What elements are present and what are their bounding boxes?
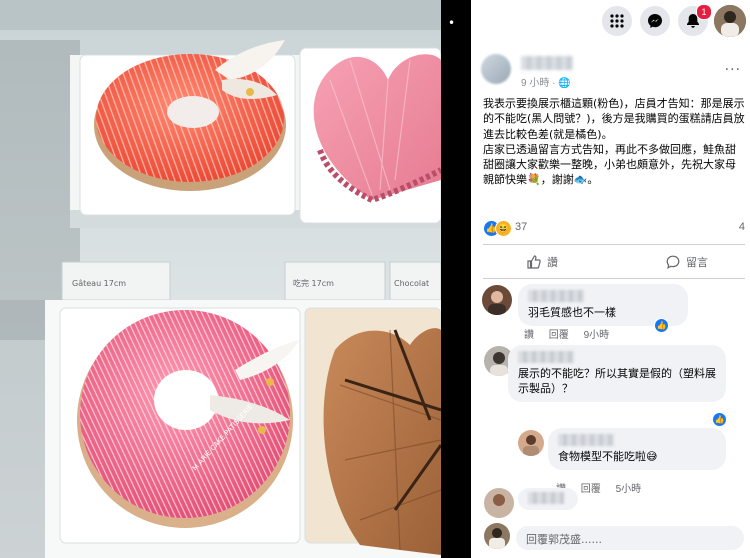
menu-button[interactable] bbox=[602, 6, 632, 36]
notifications-button[interactable]: 1 bbox=[678, 4, 712, 36]
like-label: 讚 bbox=[547, 256, 558, 269]
cake-photo-illustration: Gâteau 17cm 吃完 17cm Chocolat M ARIE CAKE… bbox=[0, 0, 441, 558]
divider bbox=[483, 278, 745, 279]
comment-label: 留言 bbox=[686, 256, 708, 269]
comment-avatar[interactable] bbox=[484, 488, 514, 518]
haha-reaction-icon: 😆 bbox=[495, 220, 512, 237]
my-avatar[interactable] bbox=[484, 523, 510, 549]
globe-icon: 🌐 bbox=[558, 78, 571, 89]
comment-bubble bbox=[518, 488, 578, 510]
post-timestamp[interactable]: 9 小時 · 🌐 bbox=[521, 74, 571, 89]
author-avatar[interactable] bbox=[481, 54, 511, 84]
comment-icon bbox=[666, 255, 680, 269]
post-panel: 1 9 小時 · 🌐 ··· 我表示要換展示櫃這顆(粉色)，店員才告知：那是展示… bbox=[471, 0, 750, 558]
notification-badge: 1 bbox=[696, 4, 712, 20]
price-tag-1: Gâteau 17cm bbox=[72, 279, 126, 288]
avatar-image bbox=[484, 523, 510, 549]
comment-meta: 讚 回覆 9小時 bbox=[524, 326, 621, 341]
avatar-image bbox=[714, 5, 746, 37]
reply-avatar[interactable] bbox=[518, 430, 544, 456]
comment-text: 展示的不能吃？所以其實是假的（塑料展示製品）？ bbox=[518, 367, 716, 395]
reaction-count: 37 bbox=[515, 221, 528, 233]
messenger-button[interactable] bbox=[640, 6, 670, 36]
reaction-summary[interactable]: 👍 😆 37 4 bbox=[483, 220, 745, 237]
comment-like-icon: 👍 bbox=[712, 412, 727, 427]
comment-bubble: 食物模型不能吃啦😅 bbox=[548, 428, 726, 470]
comment-time[interactable]: 9小時 bbox=[584, 330, 610, 341]
reply-input[interactable]: 回覆郭茂盛...... bbox=[516, 526, 744, 550]
price-tag-3: Chocolat bbox=[394, 279, 429, 288]
comment-like-link[interactable]: 讚 bbox=[524, 330, 534, 341]
author-name[interactable] bbox=[521, 56, 573, 70]
divider bbox=[483, 244, 745, 245]
more-options-button[interactable]: ··· bbox=[725, 62, 741, 78]
comment-time[interactable]: 5小時 bbox=[616, 484, 642, 495]
reply-placeholder: 回覆郭茂盛...... bbox=[526, 533, 602, 546]
price-tag-2: 吃完 17cm bbox=[293, 278, 334, 288]
commenter-name[interactable] bbox=[518, 351, 574, 363]
photo-viewer-gap: • bbox=[441, 0, 471, 558]
post-body: 我表示要換展示櫃這顆(粉色)，店員才告知：那是展示的不能吃(黑人問號？)，後方是… bbox=[483, 96, 745, 188]
commenter-name[interactable] bbox=[558, 434, 614, 446]
commenter-name[interactable] bbox=[528, 290, 584, 302]
post-paragraph: 店家已透過留言方式告知，再此不多做回應，鮭魚甜甜圈讓大家歡樂一整晚，小弟也頗意外… bbox=[483, 142, 736, 187]
comment-count-text: 4 bbox=[738, 221, 745, 233]
like-button[interactable]: 讚 bbox=[527, 250, 558, 274]
profile-avatar[interactable] bbox=[714, 5, 746, 37]
comment-reply-link[interactable]: 回覆 bbox=[581, 484, 601, 495]
comment-count[interactable]: 4 bbox=[739, 221, 745, 233]
post-time-text: 9 小時 · bbox=[521, 78, 559, 89]
grid-menu-icon bbox=[610, 14, 624, 28]
comment-button[interactable]: 留言 bbox=[666, 250, 708, 274]
cake-photo[interactable]: Gâteau 17cm 吃完 17cm Chocolat M ARIE CAKE… bbox=[0, 0, 441, 558]
comment-bubble: 展示的不能吃？所以其實是假的（塑料展示製品）？ bbox=[508, 345, 726, 402]
top-bar: 1 bbox=[471, 0, 750, 44]
avatar-image bbox=[484, 488, 514, 518]
comment-avatar[interactable] bbox=[482, 285, 512, 315]
commenter-name[interactable] bbox=[528, 492, 564, 504]
comment-like-icon: 👍 bbox=[654, 318, 669, 333]
avatar-image bbox=[518, 430, 544, 456]
messenger-icon bbox=[648, 14, 662, 28]
thumbs-up-icon bbox=[527, 255, 541, 269]
comment-text: 羽毛質感也不一樣 bbox=[528, 306, 616, 319]
avatar-image bbox=[482, 285, 512, 315]
viewer-dot: • bbox=[448, 16, 456, 30]
post-header: 9 小時 · 🌐 ··· bbox=[481, 50, 741, 90]
post-actions: 讚 留言 bbox=[483, 250, 745, 274]
comment-reply-link[interactable]: 回覆 bbox=[549, 330, 569, 341]
comment-text: 食物模型不能吃啦😅 bbox=[558, 450, 658, 463]
post-paragraph: 我表示要換展示櫃這顆(粉色)，店員才告知：那是展示的不能吃(黑人問號？)，後方是… bbox=[483, 97, 745, 141]
